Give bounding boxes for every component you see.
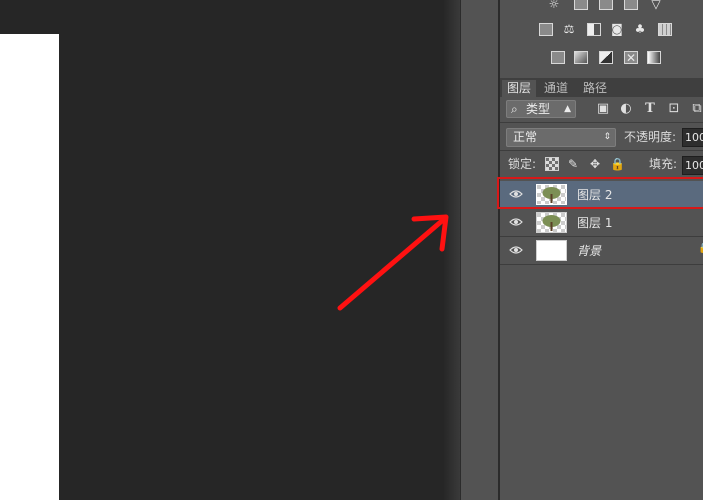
- selective-color-icon[interactable]: ✕: [624, 51, 638, 65]
- chevron-updown-icon: ▲: [564, 104, 571, 114]
- black-white-icon[interactable]: [587, 23, 601, 36]
- layers-empty-area[interactable]: [500, 265, 703, 500]
- layer-kind-select[interactable]: ⌕ 类型 ▲: [506, 100, 576, 118]
- photo-filter-icon[interactable]: ◙: [610, 23, 624, 36]
- hue-saturation-icon[interactable]: [539, 23, 553, 36]
- tree-thumbnail-icon: [542, 215, 561, 231]
- lock-icon: 🔒: [698, 243, 703, 255]
- opacity-input[interactable]: 100%: [682, 128, 703, 147]
- levels-icon[interactable]: [574, 0, 588, 10]
- panel-tabs: 图层 通道 路径: [500, 78, 703, 97]
- lock-all-icon[interactable]: 🔒: [610, 157, 625, 171]
- color-lookup-icon[interactable]: [658, 23, 672, 36]
- tab-channels[interactable]: 通道: [539, 80, 573, 97]
- color-balance-icon[interactable]: ⚖: [562, 23, 576, 36]
- tab-layers[interactable]: 图层: [502, 80, 537, 97]
- lock-label: 锁定:: [508, 157, 537, 171]
- blend-row: 正常 ⇕ 不透明度: 100%: [500, 123, 703, 151]
- highlight-box: [497, 177, 703, 209]
- blend-mode-select[interactable]: 正常 ⇕: [506, 128, 616, 147]
- lock-row: 锁定: ✎ ✥ 🔒 填充: 100%: [500, 151, 703, 178]
- search-icon: ⌕: [511, 102, 518, 116]
- layer-name: 图层 1: [577, 216, 613, 230]
- channel-mixer-icon[interactable]: ♣: [633, 23, 647, 36]
- fill-input[interactable]: 100%: [682, 156, 703, 175]
- type-filter-icon[interactable]: T: [643, 101, 657, 117]
- opacity-label: 不透明度:: [624, 130, 677, 144]
- adjustment-filter-icon[interactable]: ◐: [619, 101, 633, 117]
- panel-dock-strip[interactable]: [460, 0, 499, 500]
- fill-label: 填充:: [649, 157, 678, 171]
- gradient-map-icon[interactable]: [647, 51, 661, 64]
- layer-thumbnail: [536, 212, 567, 233]
- eye-icon[interactable]: [509, 216, 523, 228]
- layer-name: 背景: [577, 244, 602, 258]
- chevron-updown-icon: ⇕: [603, 132, 611, 142]
- shape-filter-icon[interactable]: ⊡: [667, 101, 681, 117]
- blend-mode-value: 正常: [513, 130, 538, 144]
- layer-row-background[interactable]: 背景 🔒: [500, 237, 703, 265]
- exposure-icon[interactable]: [624, 0, 638, 10]
- filter-row: ⌕ 类型 ▲ ▣ ◐ T ⊡ ⧉: [500, 97, 703, 123]
- brightness-contrast-icon[interactable]: ☼: [547, 0, 561, 11]
- curves-icon[interactable]: [599, 0, 613, 10]
- lock-transparent-pixels-icon[interactable]: [545, 157, 559, 171]
- document-canvas[interactable]: [0, 34, 59, 500]
- threshold-icon[interactable]: [599, 51, 613, 64]
- pixel-filter-icon[interactable]: ▣: [596, 101, 610, 117]
- tab-paths[interactable]: 路径: [578, 80, 612, 97]
- kind-select-label: 类型: [526, 102, 551, 116]
- vibrance-icon[interactable]: ▽: [649, 0, 663, 11]
- eye-icon[interactable]: [509, 244, 523, 256]
- invert-icon[interactable]: [551, 51, 565, 64]
- layer-thumbnail: [536, 240, 567, 261]
- smart-object-filter-icon[interactable]: ⧉: [690, 101, 703, 117]
- posterize-icon[interactable]: [574, 51, 588, 64]
- layer-row-layer-1[interactable]: 图层 1: [500, 209, 703, 237]
- lock-position-icon[interactable]: ✥: [588, 157, 602, 171]
- right-panel: ☼ ▽ ⚖ ◙ ♣ ✕ 图层 通道 路径 ⌕ 类型 ▲ ▣ ◐ T ⊡ ⧉ 正常…: [499, 0, 703, 500]
- red-arrow-annotation: [337, 214, 449, 311]
- lock-image-pixels-icon[interactable]: ✎: [566, 157, 580, 171]
- adjustments-panel: ☼ ▽ ⚖ ◙ ♣ ✕: [500, 0, 703, 76]
